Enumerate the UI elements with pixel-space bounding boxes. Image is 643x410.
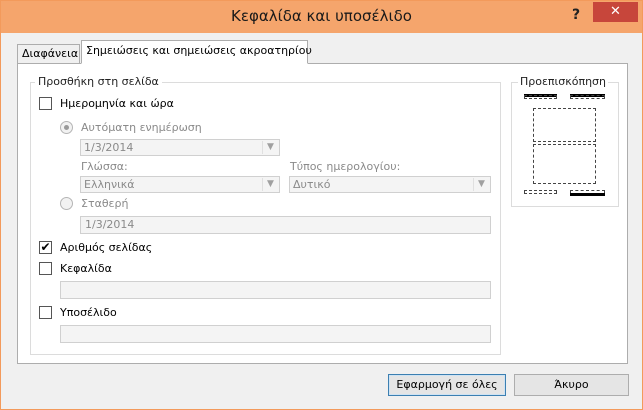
- radio-selected-dot: [64, 125, 69, 130]
- preview-title: Προεπισκόπηση: [518, 75, 608, 88]
- auto-update-label: Αυτόματη ενημέρωση: [81, 121, 202, 134]
- preview-notes-area: [533, 144, 596, 184]
- language-value: Ελληνικά: [84, 178, 135, 191]
- footer-text-input[interactable]: [60, 325, 491, 343]
- footer-checkbox[interactable]: [39, 306, 52, 319]
- fixed-date-label: Σταθερή: [81, 197, 129, 210]
- preview-header-right-box: [570, 95, 605, 99]
- preview-page: [524, 94, 605, 198]
- fixed-date-radio[interactable]: [60, 197, 73, 210]
- header-footer-dialog: Κεφαλίδα και υποσέλιδο ? ✕ Διαφάνεια Σημ…: [0, 0, 643, 410]
- header-checkbox[interactable]: [39, 262, 52, 275]
- dialog-title: Κεφαλίδα και υποσέλιδο: [231, 7, 412, 25]
- close-button[interactable]: ✕: [593, 2, 638, 22]
- auto-update-date-value: 1/3/2014: [84, 141, 134, 154]
- chevron-down-icon: ▼: [473, 178, 489, 191]
- preview-page-number-marker: [570, 193, 605, 196]
- calendar-type-select[interactable]: Δυτικό ▼: [289, 176, 491, 193]
- auto-update-radio[interactable]: [60, 121, 73, 134]
- language-select[interactable]: Ελληνικά ▼: [80, 176, 280, 193]
- footer-label: Υποσέλιδο: [60, 306, 117, 319]
- page-number-checkbox[interactable]: ✔: [39, 241, 52, 254]
- preview-header-left-box: [524, 95, 557, 99]
- calendar-type-value: Δυτικό: [293, 178, 331, 191]
- help-icon[interactable]: ?: [567, 4, 585, 26]
- apply-to-all-button[interactable]: Εφαρμογή σε όλες: [388, 374, 506, 396]
- include-on-page-title: Προσθήκη στη σελίδα: [35, 75, 162, 88]
- page-number-label: Αριθμός σελίδας: [60, 241, 153, 254]
- language-label: Γλώσσα:: [81, 160, 128, 173]
- calendar-type-label: Τύπος ημερολογίου:: [290, 160, 401, 173]
- tab-notes-handouts[interactable]: Σημειώσεις και σημειώσεις ακροατηρίου: [81, 40, 312, 64]
- date-time-checkbox[interactable]: [39, 97, 52, 110]
- chevron-down-icon: ▼: [262, 141, 278, 154]
- preview-footer-left-box: [524, 190, 557, 194]
- tab-slide[interactable]: Διαφάνεια: [17, 44, 80, 63]
- header-label: Κεφαλίδα: [60, 262, 112, 275]
- fixed-date-input[interactable]: 1/3/2014: [80, 216, 491, 234]
- header-text-input[interactable]: [60, 281, 491, 299]
- preview-slide-area: [533, 108, 596, 142]
- date-time-label: Ημερομηνία και ώρα: [60, 97, 174, 110]
- chevron-down-icon: ▼: [262, 178, 278, 191]
- auto-update-date-select[interactable]: 1/3/2014 ▼: [80, 139, 280, 156]
- cancel-button[interactable]: Άκυρο: [514, 374, 629, 396]
- title-bar: Κεφαλίδα και υποσέλιδο ? ✕: [1, 1, 642, 33]
